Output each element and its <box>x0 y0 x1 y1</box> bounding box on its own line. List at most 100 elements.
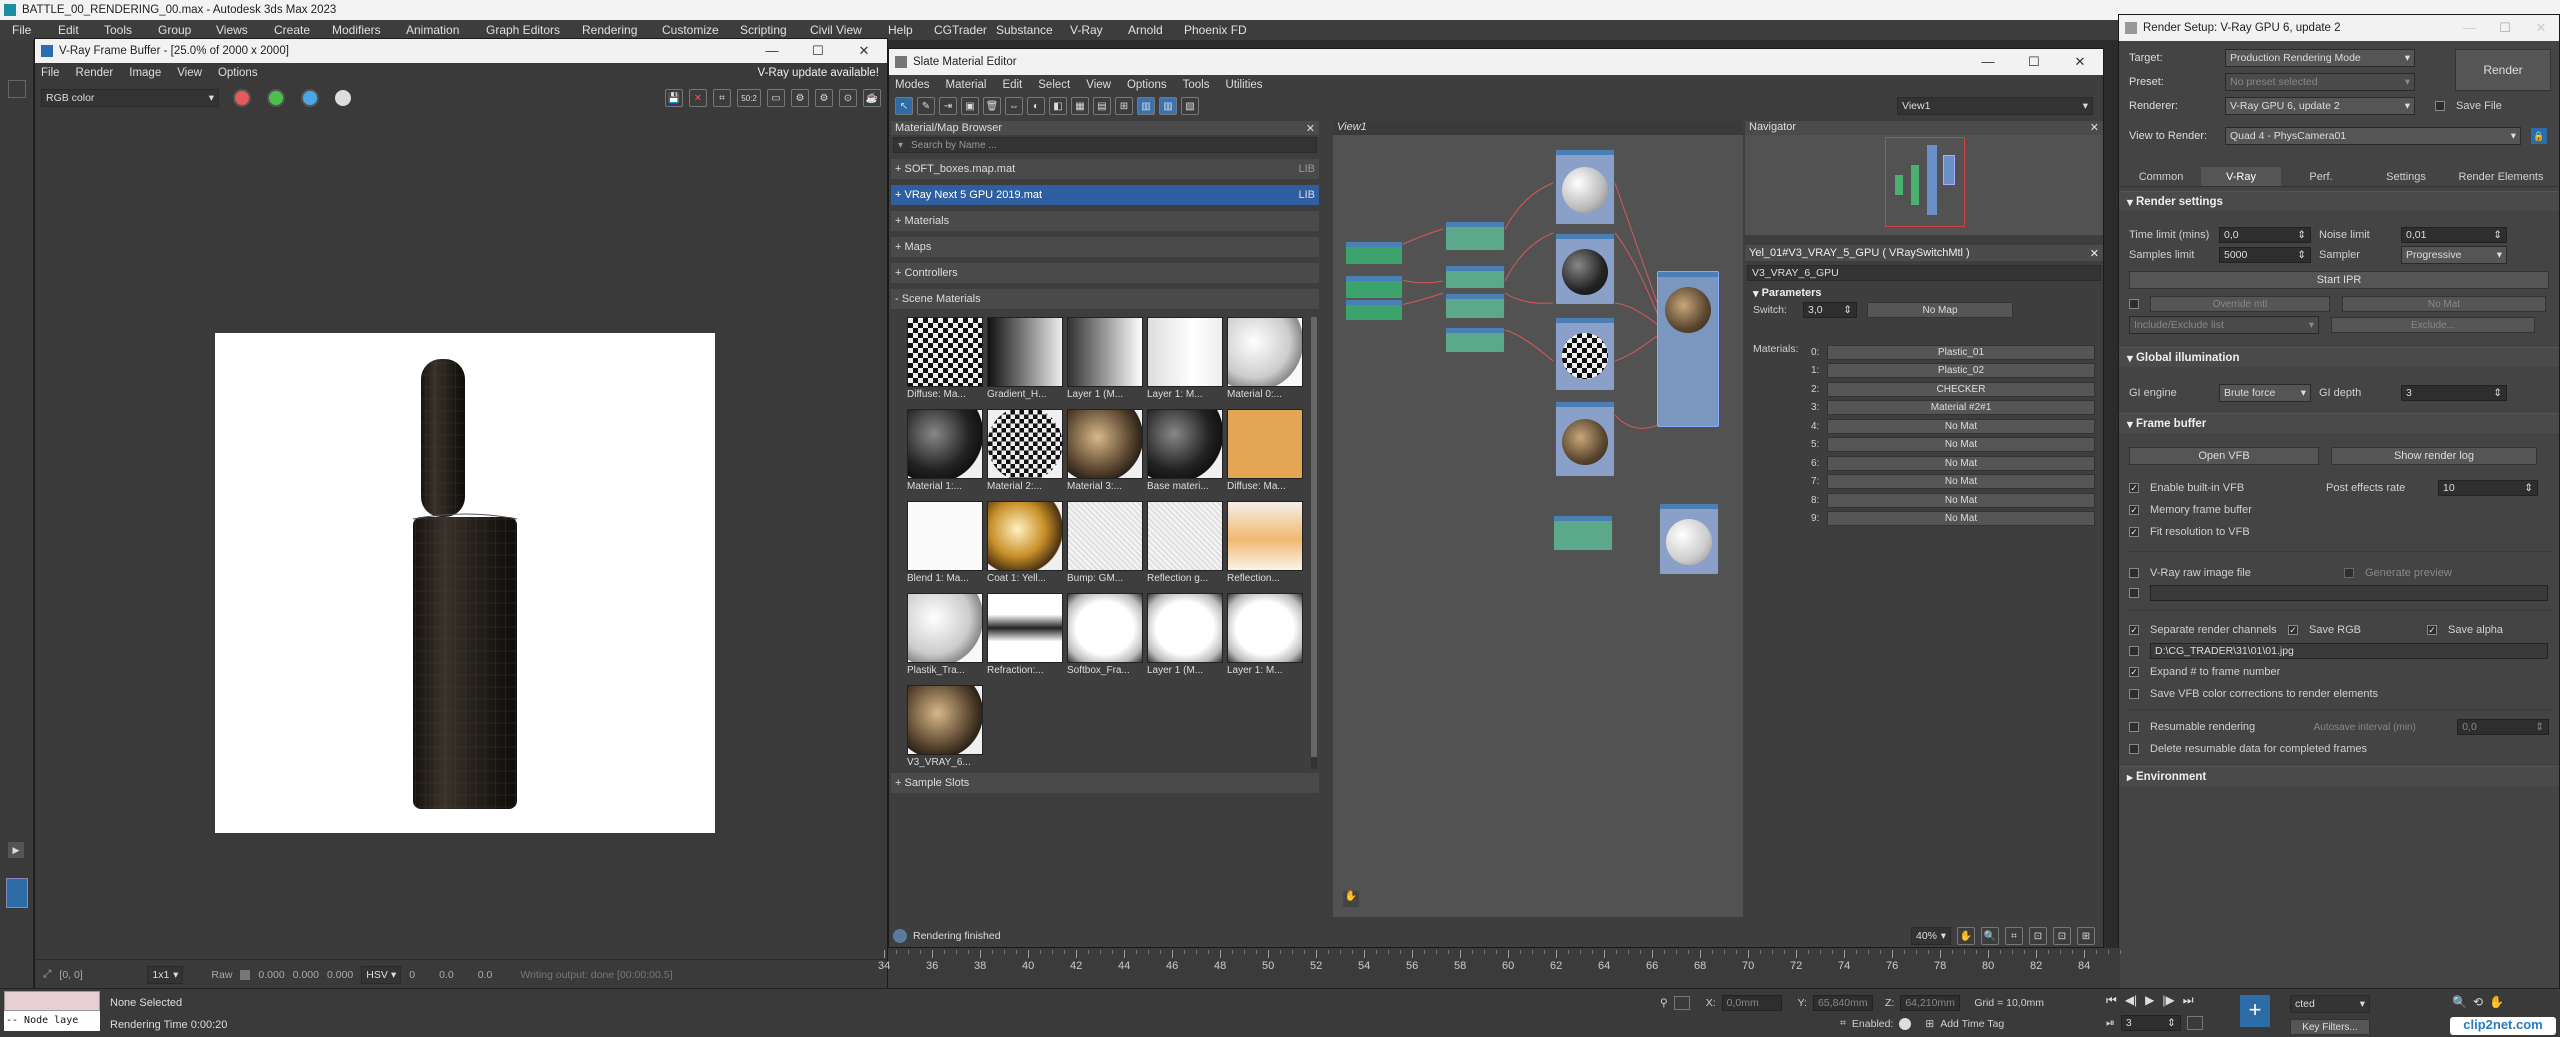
teapot-icon[interactable]: ☕ <box>863 89 881 107</box>
vfb-update-notice[interactable]: V-Ray update available! <box>758 67 879 79</box>
material-swatch[interactable]: Material 3:... <box>1067 409 1143 499</box>
fit-res-checkbox[interactable]: ✓ <box>2129 527 2139 537</box>
material-swatch[interactable]: Diffuse: Ma... <box>1227 409 1303 499</box>
slate-menu-modes[interactable]: Modes <box>895 79 930 91</box>
raw-path-field[interactable] <box>2150 585 2548 601</box>
menu-group[interactable]: Group <box>158 23 216 37</box>
time-config-icon[interactable]: ⌗ <box>1840 1017 1846 1030</box>
node-material-0[interactable] <box>1555 149 1615 225</box>
node-material-2[interactable] <box>1555 317 1615 391</box>
material-swatch[interactable]: Material 1:... <box>907 409 983 499</box>
save-corrections-checkbox[interactable] <box>2129 689 2139 699</box>
tab-perf[interactable]: Perf. <box>2281 167 2361 186</box>
node-layer-field[interactable]: -- Node laye <box>4 1011 100 1031</box>
menu-customize[interactable]: Customize <box>662 23 740 37</box>
samples-spinner[interactable]: 5000 ⇕ <box>2219 247 2311 263</box>
swatch-scrollbar[interactable] <box>1311 317 1317 769</box>
key-filter-select[interactable]: cted ▾ <box>2290 995 2370 1013</box>
delete-resumable-checkbox[interactable] <box>2129 744 2139 754</box>
group-sample-slots[interactable]: + Sample Slots <box>891 773 1319 793</box>
green-channel-toggle[interactable] <box>267 89 285 107</box>
slate-menu-utilities[interactable]: Utilities <box>1225 79 1262 91</box>
group-materials[interactable]: + Materials <box>891 211 1319 231</box>
menu-rendering[interactable]: Rendering <box>582 23 662 37</box>
hand-icon[interactable]: ✋ <box>1343 891 1359 907</box>
enabled-toggle[interactable] <box>1899 1017 1912 1030</box>
zoom-select[interactable]: 40% ▾ <box>1911 927 1951 945</box>
param-name-field[interactable]: V3_VRAY_6_GPU <box>1747 265 2101 281</box>
output-path-field[interactable]: D:\CG_TRADER\31\01\01.jpg <box>2150 643 2548 659</box>
pan-icon[interactable]: ✋ <box>2489 995 2504 1009</box>
left-tool-icon[interactable] <box>8 80 26 98</box>
close-icon[interactable]: ✕ <box>2057 54 2103 70</box>
group-maps[interactable]: + Maps <box>891 237 1319 257</box>
resumable-checkbox[interactable] <box>2129 722 2139 732</box>
slate-menu-tools[interactable]: Tools <box>1183 79 1210 91</box>
tab-vray[interactable]: V-Ray <box>2201 167 2281 186</box>
memory-fb-checkbox[interactable]: ✓ <box>2129 505 2139 515</box>
maximize-icon[interactable]: ☐ <box>2011 54 2057 70</box>
view-tab[interactable]: View1 <box>1333 121 1743 135</box>
lib-row[interactable]: + SOFT_boxes.map.mat LIB <box>891 159 1319 179</box>
param-toggle-icon[interactable]: ▧ <box>1181 97 1199 115</box>
material-swatch[interactable]: Diffuse: Ma... <box>907 317 983 407</box>
menu-cgtrader[interactable]: CGTrader <box>934 23 996 37</box>
save-alpha-checkbox[interactable]: ✓ <box>2427 625 2437 635</box>
vfb-menu-options[interactable]: Options <box>218 67 258 79</box>
show-map-icon[interactable]: ◧ <box>1049 97 1067 115</box>
left-layer-icon[interactable] <box>6 878 28 908</box>
node-map-b[interactable] <box>1445 265 1505 289</box>
slate-menu-select[interactable]: Select <box>1038 79 1070 91</box>
material-swatch[interactable]: Reflection... <box>1227 501 1303 591</box>
close-icon[interactable]: ✕ <box>1306 122 1315 135</box>
vfb-menu-file[interactable]: File <box>41 67 60 79</box>
key-mode-icon[interactable]: ⏯ <box>2106 1017 2115 1030</box>
layout-children-icon[interactable]: ⊞ <box>1115 97 1133 115</box>
start-ipr-button[interactable]: Start IPR <box>2129 271 2549 289</box>
switch-spinner[interactable]: 3,0 ⇕ <box>1803 302 1857 318</box>
menu-substance[interactable]: Substance <box>996 23 1070 37</box>
node-switchmtl[interactable] <box>1657 271 1719 427</box>
blue-channel-toggle[interactable] <box>301 89 319 107</box>
override-mtl-button[interactable]: Override mtl <box>2150 296 2330 312</box>
goto-start-icon[interactable]: ⏮ <box>2106 993 2117 1008</box>
slot-button[interactable]: No Mat <box>1827 511 2095 527</box>
material-swatch[interactable]: V3_VRAY_6... <box>907 685 983 769</box>
material-swatch[interactable]: Refraction:... <box>987 593 1063 683</box>
z-coord[interactable]: 64,210mm <box>1900 995 1961 1011</box>
material-swatch[interactable]: Material 2:... <box>987 409 1063 499</box>
menu-tools[interactable]: Tools <box>104 23 158 37</box>
menu-graph-editors[interactable]: Graph Editors <box>486 23 582 37</box>
menu-help[interactable]: Help <box>888 23 934 37</box>
set-key-button[interactable]: + <box>2240 995 2270 1027</box>
renderer-select[interactable]: V-Ray GPU 6, update 2 ▾ <box>2225 97 2415 115</box>
material-swatch[interactable]: Softbox_Fra... <box>1067 593 1143 683</box>
node-bitmap-4[interactable] <box>1553 515 1613 551</box>
menu-vray[interactable]: V-Ray <box>1070 23 1128 37</box>
tab-render-elements[interactable]: Render Elements <box>2451 167 2551 186</box>
vfb-menu-image[interactable]: Image <box>129 67 161 79</box>
minimize-icon[interactable]: — <box>749 43 795 59</box>
slot-button[interactable]: No Mat <box>1827 474 2095 490</box>
tab-settings[interactable]: Settings <box>2361 167 2451 186</box>
material-swatch[interactable]: Bump: GM... <box>1067 501 1143 591</box>
zoom-all-icon[interactable]: ⊞ <box>2077 927 2095 945</box>
slot-button[interactable]: CHECKER <box>1827 381 2095 397</box>
slot-button[interactable]: No Mat <box>1827 437 2095 453</box>
time-config-button[interactable] <box>2186 1016 2203 1030</box>
group-controllers[interactable]: + Controllers <box>891 263 1319 283</box>
menu-file[interactable]: File <box>12 23 58 37</box>
compare-icon[interactable]: ▭ <box>767 89 785 107</box>
slot-button[interactable]: Material #2#1 <box>1827 400 2095 416</box>
timeline[interactable]: 34 36 38 40 42 44 46 48 50 52 54 56 58 60 62 64 66 68 70 72… <box>878 948 2121 988</box>
gi-depth-spinner[interactable]: 3 ⇕ <box>2401 385 2507 401</box>
menu-arnold[interactable]: Arnold <box>1128 23 1184 37</box>
close-icon[interactable]: ✕ <box>2090 247 2099 260</box>
noise-limit-spinner[interactable]: 0,01 ⇕ <box>2401 227 2507 243</box>
select-tool-icon[interactable]: ↖ <box>895 97 913 115</box>
close-icon[interactable]: ✕ <box>2090 121 2099 135</box>
background-icon[interactable]: ▦ <box>1071 97 1089 115</box>
view-select[interactable]: Quad 4 - PhysCamera01 ▾ <box>2225 127 2521 145</box>
menu-modifiers[interactable]: Modifiers <box>332 23 406 37</box>
put-to-scene-icon[interactable]: ⇥ <box>939 97 957 115</box>
